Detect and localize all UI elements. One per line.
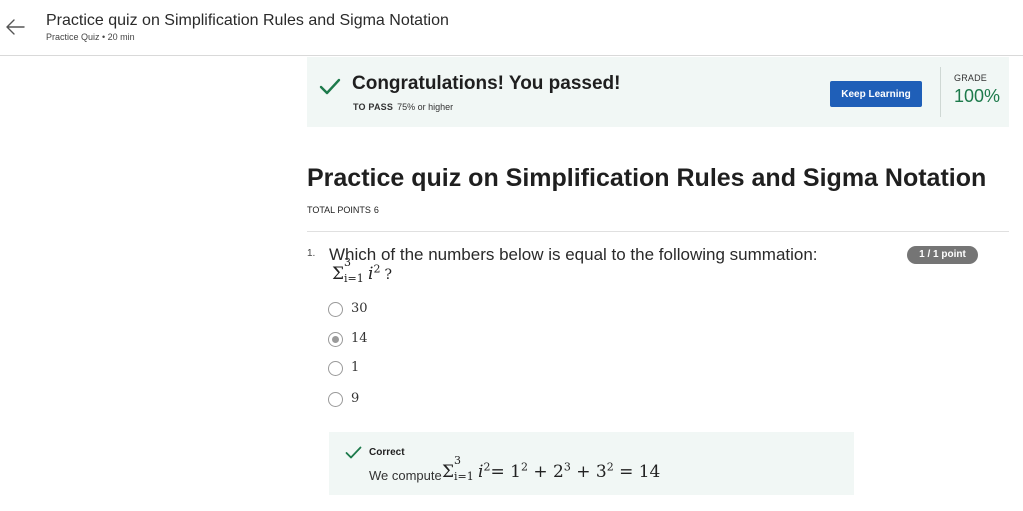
sigma-exponent: 2 [373,262,381,276]
total-points: TOTAL POINTS 6 [307,205,379,215]
sigma-lower: i=1 [344,272,364,285]
to-pass-info: TO PASS 75% or higher [353,102,453,112]
feedback-panel: Correct We compute Σ 3 i=1 i2= 12 + 23 + 32… [329,432,854,495]
exponent: 3 [563,460,571,474]
question-mark: ? [384,267,392,283]
sigma-upper: 3 [454,454,462,467]
grade-label: GRADE [954,73,988,83]
total-points-value: 6 [373,205,379,215]
answer-option[interactable]: 14 [328,330,528,350]
exponent: 2 [606,460,614,474]
sigma-symbol: Σ [332,264,345,284]
points-badge: 1 / 1 point [907,246,978,264]
answer-option[interactable]: 9 [328,390,528,410]
answer-option-label: 30 [351,301,368,316]
header-title: Practice quiz on Simplification Rules an… [46,12,449,29]
feedback-math: Σ 3 i=1 i2= 12 + 23 + 32 = 14 [442,454,661,483]
radio-button[interactable] [328,302,343,317]
passed-title: Congratulations! You passed! [352,73,621,94]
expansion-part: = 1 [490,462,521,482]
question-text: Which of the numbers below is equal to t… [329,245,818,264]
radio-button[interactable] [328,392,343,407]
top-bar: Practice quiz on Simplification Rules an… [0,0,1023,56]
grade-value: 100% [954,86,1001,106]
answer-option[interactable]: 30 [328,300,528,320]
result: = 14 [613,462,661,482]
expansion-part: + 3 [570,462,607,482]
answer-option[interactable]: 1 [328,359,528,379]
banner-divider [940,67,941,117]
answer-option-label: 9 [351,391,360,406]
feedback-text: We compute [369,468,442,483]
sigma-symbol: Σ [442,462,455,482]
check-icon [319,78,341,96]
answer-option-label: 14 [351,331,368,346]
answer-option-label: 1 [351,360,360,375]
header-subtitle: Practice Quiz • 20 min [46,32,135,42]
question-math: Σ 3 i=1 i2? [332,256,392,285]
sigma-upper: 3 [344,256,352,269]
feedback-title: Correct [369,447,405,458]
to-pass-label: TO PASS [353,102,394,112]
expansion-part: + 2 [527,462,564,482]
question-number: 1. [307,248,316,259]
check-icon [345,446,362,460]
keep-learning-button[interactable]: Keep Learning [830,81,922,107]
back-arrow-icon[interactable] [4,16,26,38]
total-points-label: TOTAL POINTS [307,205,371,215]
sigma-lower: i=1 [454,470,474,483]
radio-button-selected[interactable] [328,332,343,347]
radio-button[interactable] [328,361,343,376]
divider [307,231,1009,232]
quiz-title: Practice quiz on Simplification Rules an… [307,164,987,192]
exponent: 2 [520,460,528,474]
to-pass-value: 75% or higher [397,102,454,112]
passed-banner: Congratulations! You passed! TO PASS 75% … [307,57,1009,127]
